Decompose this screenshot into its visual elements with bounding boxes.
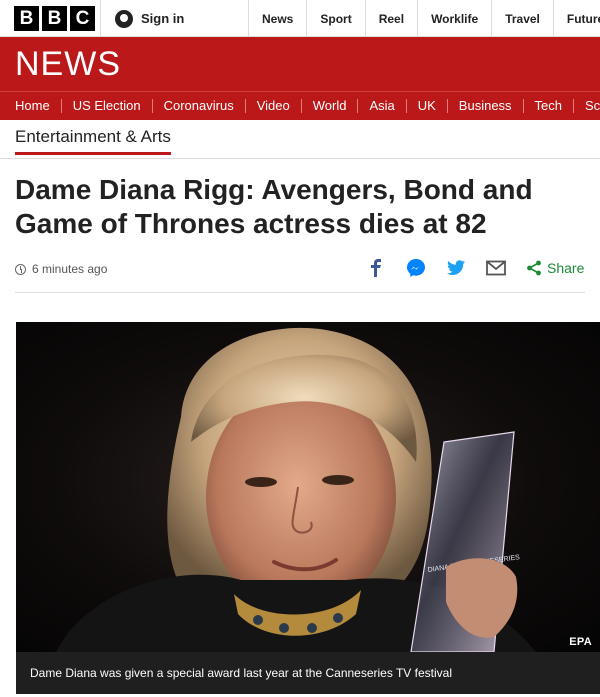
top-nav-future[interactable]: Future <box>552 0 600 37</box>
article-image: DIANA RIGG CANNESERIES EPA <box>16 322 600 652</box>
image-credit: EPA <box>569 636 592 648</box>
article-headline: Dame Diana Rigg: Avengers, Bond and Game… <box>15 174 533 239</box>
article-timestamp: 6 minutes ago <box>15 262 107 276</box>
bbc-logo-letter: B <box>14 5 39 31</box>
section-nav-world[interactable]: World <box>302 99 359 113</box>
section-nav-coronavirus[interactable]: Coronavirus <box>153 99 246 113</box>
section-nav-business[interactable]: Business <box>448 99 524 113</box>
section-nav-home[interactable]: Home <box>0 99 62 113</box>
twitter-icon[interactable] <box>446 258 466 278</box>
top-nav-travel[interactable]: Travel <box>491 0 553 37</box>
share-icon <box>527 260 541 276</box>
portrait-illustration: DIANA RIGG CANNESERIES <box>56 327 536 652</box>
bbc-logo-letter: C <box>70 5 95 31</box>
messenger-icon[interactable] <box>406 258 426 278</box>
share-tools: Share <box>366 258 584 278</box>
section-nav-asia[interactable]: Asia <box>358 99 407 113</box>
divider <box>15 292 585 293</box>
share-button[interactable]: Share <box>526 260 584 276</box>
facebook-icon[interactable] <box>366 258 386 278</box>
top-nav-news[interactable]: News <box>248 0 306 37</box>
sign-in-label: Sign in <box>141 11 185 26</box>
section-nav-uk[interactable]: UK <box>407 99 448 113</box>
user-icon <box>115 9 133 28</box>
image-caption: Dame Diana was given a special award las… <box>16 652 600 694</box>
share-label: Share <box>547 260 585 276</box>
bbc-logo-letter: B <box>42 5 67 31</box>
section-nav-tech[interactable]: Tech <box>524 99 575 113</box>
top-nav-reel[interactable]: Reel <box>364 0 417 37</box>
top-nav-sport[interactable]: Sport <box>306 0 364 37</box>
news-banner: NEWS <box>0 37 600 91</box>
email-icon[interactable] <box>486 258 506 278</box>
section-nav-video[interactable]: Video <box>246 99 302 113</box>
top-bar: B B C Sign in News Sport Reel Worklife T… <box>0 0 600 37</box>
divider <box>0 158 600 159</box>
section-link[interactable]: Entertainment & Arts <box>15 127 171 155</box>
news-wordmark[interactable]: NEWS <box>15 45 121 84</box>
section-nav-science[interactable]: Scie <box>574 99 600 113</box>
section-nav: Home US Election Coronavirus Video World… <box>0 91 600 120</box>
top-nav-worklife[interactable]: Worklife <box>417 0 491 37</box>
clock-icon <box>15 263 26 275</box>
section-nav-us-election[interactable]: US Election <box>62 99 153 113</box>
bbc-logo[interactable]: B B C <box>14 5 95 31</box>
timestamp-text: 6 minutes ago <box>32 262 108 276</box>
sign-in-button[interactable]: Sign in <box>100 0 248 37</box>
top-nav: News Sport Reel Worklife Travel Future <box>248 0 600 37</box>
